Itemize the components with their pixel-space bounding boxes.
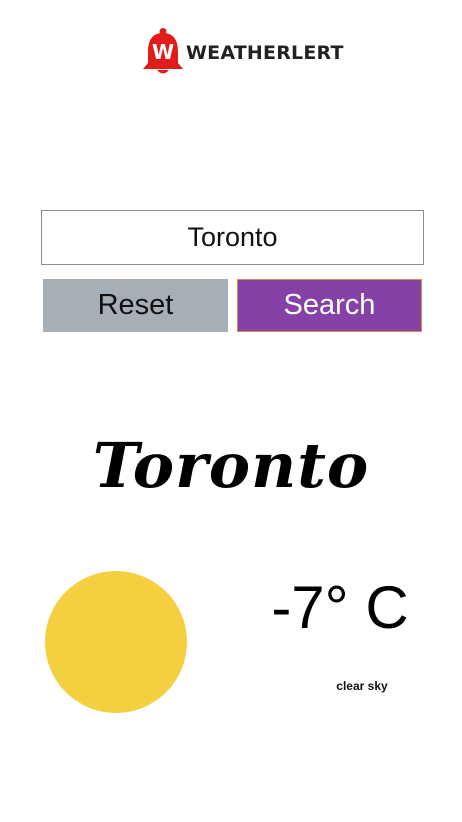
sun-icon [45, 571, 187, 713]
app-logo: W WEATHERLERT [140, 27, 343, 77]
search-button[interactable]: Search [237, 279, 422, 332]
city-search-input[interactable] [41, 210, 424, 265]
temperature-value: -7° C [271, 574, 409, 641]
reset-button[interactable]: Reset [43, 279, 228, 332]
logo-text: WEATHERLERT [186, 42, 344, 64]
city-name-heading: Toronto [92, 429, 370, 502]
bell-icon: W [143, 28, 183, 74]
logo-bell-letter: W [152, 40, 174, 64]
weather-condition: clear sky [336, 679, 388, 693]
